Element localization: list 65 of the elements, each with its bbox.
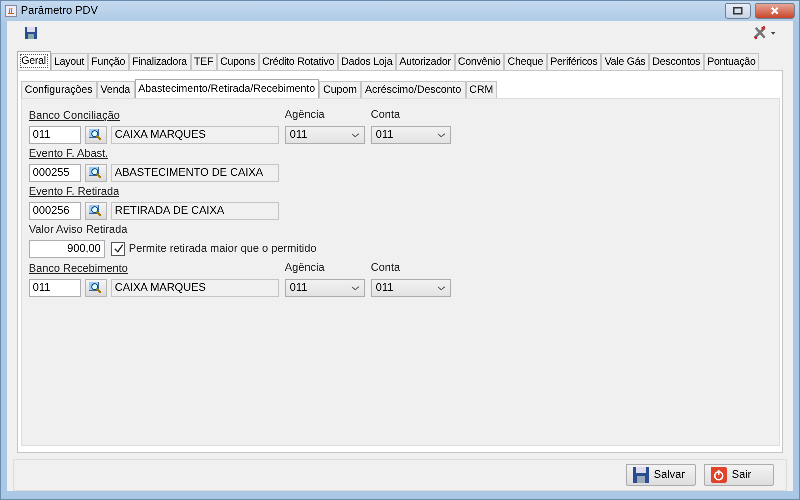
tab[interactable]: TEF: [190, 53, 217, 70]
field-label: Agência: [285, 109, 326, 121]
save-icon: [633, 467, 649, 483]
field-label: Evento F. Retirada: [29, 186, 120, 198]
field-label: Banco Conciliação: [29, 110, 122, 122]
power-icon: [711, 467, 727, 483]
checkbox-label: Permite retirada maior que o permitido: [129, 243, 317, 255]
field-label: Evento F. Abast.: [29, 148, 110, 160]
field-label: Valor Aviso Retirada: [29, 224, 129, 236]
search-button[interactable]: [85, 202, 107, 220]
chevron-icon: [351, 132, 360, 138]
restore-button[interactable]: [725, 3, 751, 19]
tab[interactable]: CRM: [466, 81, 498, 98]
checkbox[interactable]: [111, 242, 125, 256]
dropdown[interactable]: 011: [371, 126, 451, 144]
tab[interactable]: Venda: [96, 81, 135, 98]
window-title: Parâmetro PDV: [21, 5, 98, 17]
dropdown[interactable]: 011: [285, 126, 365, 144]
search-button[interactable]: [85, 126, 107, 144]
dropdown[interactable]: 011: [285, 279, 365, 297]
save-icon[interactable]: [25, 27, 37, 39]
field-label: Agência: [285, 262, 326, 274]
chevron-icon: [437, 286, 446, 290]
description-field[interactable]: CAIXA MARQUES: [111, 279, 279, 297]
code-field[interactable]: 011: [29, 126, 81, 144]
tab[interactable]: Cupons: [216, 53, 259, 70]
app-icon: [5, 5, 17, 17]
tab[interactable]: Descontos: [649, 53, 704, 70]
description-field[interactable]: ABASTECIMENTO DE CAIXA: [111, 164, 279, 182]
tab[interactable]: Crédito Rotativo: [258, 53, 338, 70]
tab[interactable]: Layout: [50, 53, 88, 70]
exit-button[interactable]: Sair: [704, 464, 774, 486]
tab[interactable]: Cupom: [319, 81, 362, 98]
close-button[interactable]: [755, 3, 795, 19]
search-button[interactable]: [85, 279, 107, 297]
dropdown[interactable]: 011: [371, 279, 451, 297]
tab[interactable]: Periféricos: [546, 53, 602, 70]
field-label: Conta: [371, 262, 402, 274]
search-button[interactable]: [85, 164, 107, 182]
restore-icon: [733, 7, 743, 15]
close-icon: [770, 7, 780, 15]
tab[interactable]: Dados Loja: [338, 53, 396, 70]
description-field[interactable]: CAIXA MARQUES: [111, 126, 279, 144]
tab[interactable]: Convênio: [454, 53, 504, 70]
tab[interactable]: Cheque: [504, 53, 547, 70]
tab[interactable]: Configurações: [21, 81, 97, 98]
save-button[interactable]: Salvar: [626, 464, 696, 486]
amount-field[interactable]: 900,00: [29, 240, 105, 258]
code-field[interactable]: 000255: [29, 164, 81, 182]
chevron-icon: [437, 132, 446, 138]
tab[interactable]: Função: [88, 53, 129, 70]
code-field[interactable]: 011: [29, 279, 81, 297]
tab[interactable]: Acréscimo/Desconto: [361, 81, 466, 98]
tab[interactable]: Autorizador: [396, 53, 455, 70]
description-field[interactable]: RETIRADA DE CAIXA: [111, 202, 279, 220]
tools-icon[interactable]: [753, 26, 777, 40]
tab[interactable]: Finalizadora: [128, 53, 191, 70]
tab[interactable]: Geral: [17, 51, 51, 70]
tab[interactable]: Abastecimento/Retirada/Recebimento: [134, 79, 320, 98]
chevron-icon: [351, 286, 360, 290]
field-label: Banco Recebimento: [29, 263, 130, 275]
tab[interactable]: Pontuação: [704, 53, 760, 70]
code-field[interactable]: 000256: [29, 202, 81, 220]
field-label: Conta: [371, 109, 402, 121]
tab[interactable]: Vale Gás: [601, 53, 650, 70]
